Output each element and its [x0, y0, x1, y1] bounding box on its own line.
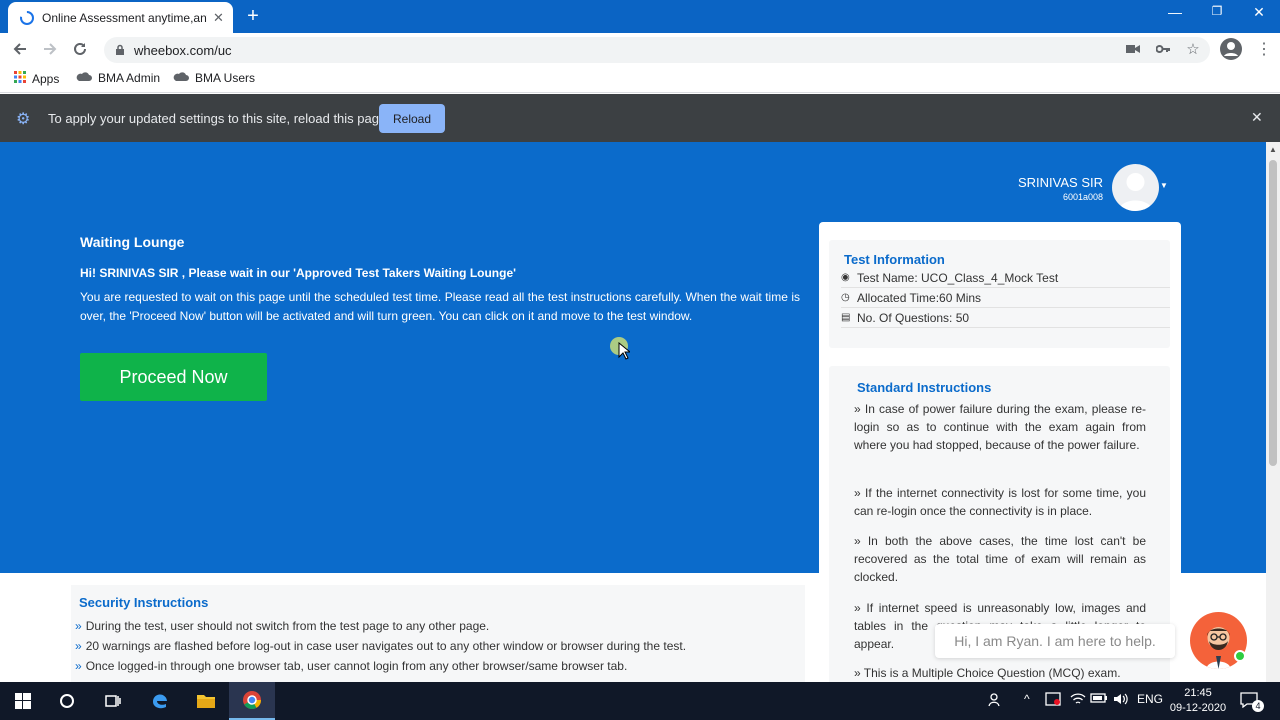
instruction-item: » In both the above cases, the time lost…: [854, 534, 1146, 584]
new-tab-button[interactable]: +: [243, 4, 263, 28]
wheebox-favicon-icon: [20, 10, 34, 25]
standard-instructions-title: Standard Instructions: [857, 380, 992, 395]
allocated-time: Allocated Time:60 Mins: [857, 290, 982, 305]
security-item-text: 20 warnings are flashed before log-out i…: [85, 639, 687, 653]
security-item: » 20 warnings are flashed before log-out …: [75, 639, 686, 653]
taskbar-clock[interactable]: 21:45 09-12-2020: [1165, 686, 1231, 716]
people-icon[interactable]: [988, 692, 1004, 711]
bookmark-label: BMA Admin: [98, 71, 161, 85]
side-panel: Test Information ◉ Test Name: UCO_Class_…: [819, 222, 1181, 682]
security-tray-icon[interactable]: [1045, 692, 1061, 709]
target-icon: ◉: [841, 272, 850, 283]
instruction-item: » In case of power failure during the ex…: [854, 402, 1146, 452]
security-instructions-box: Security Instructions » During the test, …: [71, 585, 805, 682]
lounge-description: You are requested to wait on this page u…: [80, 290, 800, 323]
security-item-text: During the test, user should not switch …: [85, 619, 490, 633]
bookmark-label: Apps: [32, 71, 60, 86]
settings-infobar: ⚙ To apply your updated settings to this…: [0, 94, 1280, 142]
bookmarks-bar: Apps BMA Admin BMA Users: [0, 65, 1280, 93]
chevron-down-icon[interactable]: ▼: [1160, 181, 1168, 190]
windows-taskbar: ^ ENG 21:45 09-12-2020 4: [0, 682, 1280, 720]
bullet: »: [75, 659, 82, 673]
minimize-icon[interactable]: —: [1160, 4, 1190, 20]
star-icon[interactable]: ☆: [1185, 41, 1201, 58]
tab-title: Online Assessment anytime,anywhere: [42, 10, 207, 25]
infobar-message: To apply your updated settings to this s…: [48, 111, 387, 126]
wifi-icon[interactable]: [1070, 692, 1086, 709]
browser-tab[interactable]: Online Assessment anytime,anywhere ✕: [8, 2, 233, 33]
windows-start-icon[interactable]: [0, 682, 46, 720]
bullet: »: [75, 639, 82, 653]
chat-greeting-bubble[interactable]: Hi, I am Ryan. I am here to help.: [935, 624, 1175, 658]
test-name-row: ◉ Test Name: UCO_Class_4_Mock Test: [841, 268, 1170, 288]
bookmark-bma-users[interactable]: BMA Users: [173, 71, 255, 85]
test-information-box: Test Information ◉ Test Name: UCO_Class_…: [829, 240, 1170, 348]
show-hidden-icons-icon[interactable]: ^: [1024, 692, 1030, 706]
security-instructions-title: Security Instructions: [79, 595, 209, 610]
bookmark-bma-admin[interactable]: BMA Admin: [76, 71, 160, 85]
online-status-dot: [1234, 650, 1246, 662]
camera-icon[interactable]: [1125, 41, 1141, 57]
restore-icon[interactable]: ❐: [1202, 4, 1232, 18]
page-title: Waiting Lounge: [80, 234, 185, 250]
browser-toolbar: wheebox.com/uc ☆: [0, 33, 1280, 65]
user-name[interactable]: SRINIVAS SIR: [1000, 175, 1103, 190]
test-information-title: Test Information: [844, 252, 945, 267]
forward-icon[interactable]: [39, 38, 61, 60]
address-bar[interactable]: wheebox.com/uc: [104, 37, 1210, 63]
language-indicator[interactable]: ENG: [1137, 692, 1163, 706]
tab-close-icon[interactable]: ✕: [213, 10, 224, 26]
question-count: No. Of Questions: 50: [857, 310, 970, 325]
clock-date: 09-12-2020: [1169, 702, 1227, 714]
greeting-text: Hi! SRINIVAS SIR , Please wait in our 'A…: [80, 266, 516, 280]
bullet: »: [75, 619, 82, 633]
profile-icon[interactable]: [1220, 38, 1242, 60]
volume-icon[interactable]: [1113, 692, 1129, 709]
bookmark-apps[interactable]: Apps: [14, 71, 59, 86]
user-id: 6001a008: [1062, 192, 1103, 202]
security-item-text: Once logged-in through one browser tab, …: [85, 659, 628, 673]
back-icon[interactable]: [9, 38, 31, 60]
edge-browser-icon[interactable]: [137, 682, 183, 720]
test-name: Test Name: UCO_Class_4_Mock Test: [857, 270, 1059, 285]
cloud-icon: [173, 71, 189, 85]
security-item: » During the test, user should not switch…: [75, 619, 489, 633]
instruction-item: » If the internet connectivity is lost f…: [854, 486, 1146, 518]
lock-icon[interactable]: [114, 44, 126, 56]
scroll-up-icon[interactable]: ▲: [1269, 145, 1277, 154]
reload-icon[interactable]: [69, 38, 91, 60]
apps-grid-icon: [14, 71, 26, 86]
scrollbar-thumb[interactable]: [1269, 160, 1277, 466]
file-explorer-icon[interactable]: [183, 682, 229, 720]
question-count-row: ▤ No. Of Questions: 50: [841, 308, 1170, 328]
gear-icon: ⚙: [16, 111, 31, 128]
window-close-icon[interactable]: ✕: [1244, 4, 1274, 21]
bookmark-label: BMA Users: [195, 71, 256, 85]
reload-button[interactable]: Reload: [379, 104, 445, 133]
battery-icon[interactable]: [1090, 692, 1108, 707]
instruction-item: » This is a Multiple Choice Question (MC…: [854, 666, 1121, 680]
security-item: » Once logged-in through one browser tab,…: [75, 659, 627, 673]
key-icon[interactable]: [1155, 41, 1171, 57]
allocated-time-row: ◷ Allocated Time:60 Mins: [841, 288, 1170, 308]
clock-time: 21:45: [1184, 687, 1212, 699]
infobar-close-icon[interactable]: ✕: [1251, 109, 1263, 126]
page-scrollbar[interactable]: ▲: [1266, 142, 1280, 682]
cortana-search-icon[interactable]: [44, 682, 90, 720]
notification-count-badge: 4: [1252, 700, 1264, 712]
task-view-icon[interactable]: [90, 682, 136, 720]
clock-icon: ◷: [841, 292, 850, 303]
avatar[interactable]: [1112, 164, 1159, 211]
proceed-now-button[interactable]: Proceed Now: [80, 353, 267, 401]
url-text: wheebox.com/uc: [134, 42, 232, 58]
page-content: SRINIVAS SIR 6001a008 ▼ Waiting Lounge H…: [0, 142, 1266, 682]
cloud-icon: [76, 71, 92, 85]
chrome-icon[interactable]: [229, 682, 275, 720]
clipboard-icon: ▤: [841, 312, 851, 323]
mouse-cursor-icon: [618, 341, 632, 363]
extension-icon[interactable]: ⋮: [1256, 39, 1272, 59]
browser-titlebar: Online Assessment anytime,anywhere ✕ + —…: [0, 0, 1280, 33]
